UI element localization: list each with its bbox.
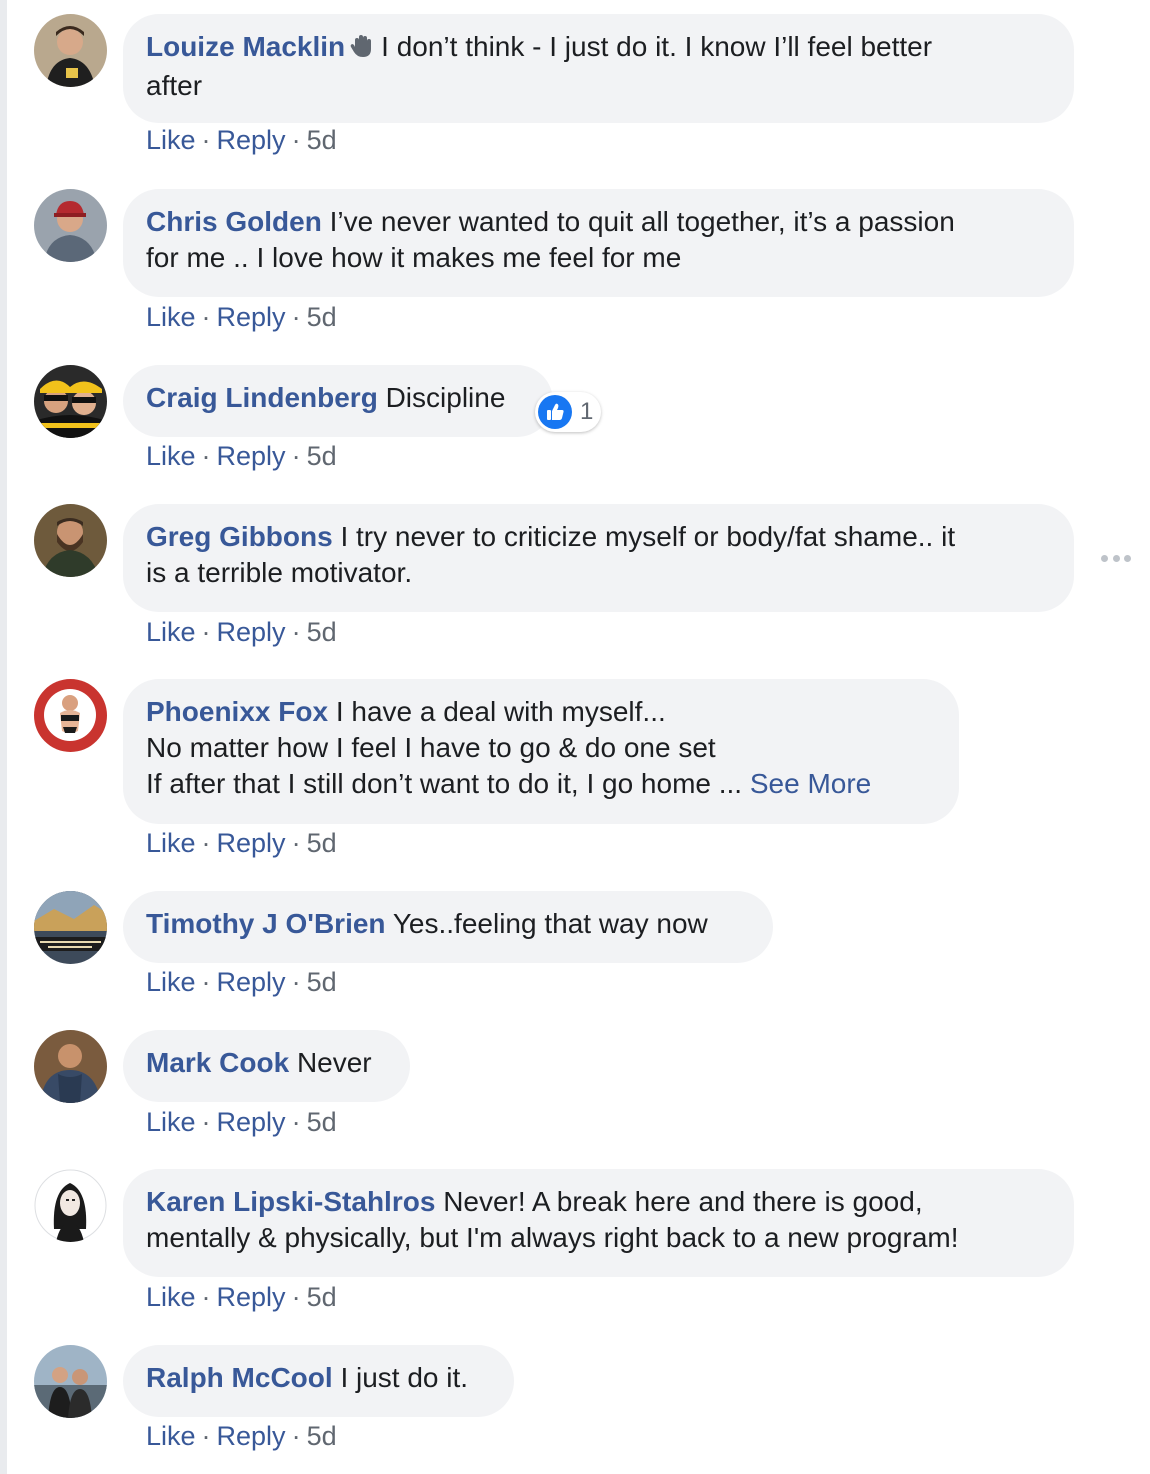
separator: ·	[201, 1107, 211, 1137]
reply-link[interactable]: Reply	[217, 1107, 286, 1137]
separator: ·	[291, 441, 301, 471]
comment-bubble: Karen Lipski-Stahlros Never! A break her…	[123, 1169, 1074, 1277]
timestamp-link[interactable]: 5d	[307, 1282, 337, 1312]
separator: ·	[201, 1421, 211, 1451]
timestamp-link[interactable]: 5d	[307, 828, 337, 858]
separator: ·	[291, 125, 301, 155]
comment-author-link[interactable]: Chris Golden	[146, 206, 322, 237]
avatar[interactable]	[34, 14, 107, 87]
thumbs-up-icon	[538, 395, 572, 429]
separator: ·	[201, 828, 211, 858]
separator: ·	[291, 828, 301, 858]
separator: ·	[201, 302, 211, 332]
timestamp-link[interactable]: 5d	[307, 441, 337, 471]
comment-text: Never	[296, 1047, 372, 1078]
comment-bubble: Chris Golden I’ve never wanted to quit a…	[123, 189, 1074, 297]
separator: ·	[201, 967, 211, 997]
timestamp-link[interactable]: 5d	[307, 125, 337, 155]
separator: ·	[291, 1282, 301, 1312]
comment-actions: Like · Reply · 5d	[146, 439, 337, 473]
comment-text: Yes..feeling that way now	[392, 908, 708, 939]
reaction-count: 1	[580, 398, 594, 425]
separator: ·	[291, 302, 301, 332]
like-link[interactable]: Like	[146, 1107, 196, 1137]
comment-author-link[interactable]: Louize Macklin	[146, 31, 345, 62]
comment-author-link[interactable]: Ralph McCool	[146, 1362, 333, 1393]
wave-icon	[349, 32, 375, 68]
separator: ·	[291, 1107, 301, 1137]
comment-bubble: Phoenixx Fox I have a deal with myself..…	[123, 679, 959, 824]
comment-bubble: Greg Gibbons I try never to criticize my…	[123, 504, 1074, 612]
like-link[interactable]: Like	[146, 302, 196, 332]
comment-bubble: Mark Cook Never	[123, 1030, 410, 1102]
comment-author-link[interactable]: Craig Lindenberg	[146, 382, 378, 413]
timestamp-link[interactable]: 5d	[307, 1107, 337, 1137]
reply-link[interactable]: Reply	[217, 617, 286, 647]
comment-author-link[interactable]: Phoenixx Fox	[146, 696, 328, 727]
comment-bubble: Timothy J O'Brien Yes..feeling that way …	[123, 891, 773, 963]
comment-actions: Like · Reply · 5d	[146, 826, 337, 860]
like-link[interactable]: Like	[146, 828, 196, 858]
avatar[interactable]	[34, 1169, 107, 1242]
like-link[interactable]: Like	[146, 617, 196, 647]
reply-link[interactable]: Reply	[217, 1282, 286, 1312]
like-link[interactable]: Like	[146, 125, 196, 155]
like-link[interactable]: Like	[146, 1421, 196, 1451]
separator: ·	[201, 125, 211, 155]
left-border	[0, 0, 7, 1474]
separator: ·	[291, 967, 301, 997]
avatar[interactable]	[34, 1030, 107, 1103]
reply-link[interactable]: Reply	[217, 828, 286, 858]
comment-actions: Like · Reply · 5d	[146, 1105, 337, 1139]
comment-author-link[interactable]: Timothy J O'Brien	[146, 908, 386, 939]
avatar[interactable]	[34, 365, 107, 438]
comment-actions: Like · Reply · 5d	[146, 1419, 337, 1453]
comment-author-link[interactable]: Karen Lipski-Stahlros	[146, 1186, 435, 1217]
reply-link[interactable]: Reply	[217, 302, 286, 332]
separator: ·	[201, 617, 211, 647]
comment-author-link[interactable]: Mark Cook	[146, 1047, 289, 1078]
timestamp-link[interactable]: 5d	[307, 302, 337, 332]
separator: ·	[291, 617, 301, 647]
separator: ·	[201, 1282, 211, 1312]
like-link[interactable]: Like	[146, 967, 196, 997]
comment-actions: Like · Reply · 5d	[146, 123, 337, 157]
comment-actions: Like · Reply · 5d	[146, 300, 337, 334]
separator: ·	[201, 441, 211, 471]
reply-link[interactable]: Reply	[217, 441, 286, 471]
avatar[interactable]	[34, 679, 107, 752]
timestamp-link[interactable]: 5d	[307, 967, 337, 997]
reaction-summary[interactable]: 1	[535, 392, 602, 432]
separator: ·	[291, 1421, 301, 1451]
comment-text: I just do it.	[340, 1362, 469, 1393]
comment-bubble: Ralph McCool I just do it.	[123, 1345, 514, 1417]
avatar[interactable]	[34, 504, 107, 577]
see-more-link[interactable]: See More	[750, 768, 871, 799]
comment-text: Discipline	[385, 382, 506, 413]
reply-link[interactable]: Reply	[217, 125, 286, 155]
timestamp-link[interactable]: 5d	[307, 617, 337, 647]
like-link[interactable]: Like	[146, 441, 196, 471]
avatar[interactable]	[34, 189, 107, 262]
comment-actions: Like · Reply · 5d	[146, 965, 337, 999]
timestamp-link[interactable]: 5d	[307, 1421, 337, 1451]
comment-actions: Like · Reply · 5d	[146, 1280, 337, 1314]
comment-bubble: Louize Macklin I don’t think - I just do …	[123, 14, 1074, 123]
comment-actions: Like · Reply · 5d	[146, 615, 337, 649]
avatar[interactable]	[34, 1345, 107, 1418]
avatar[interactable]	[34, 891, 107, 964]
like-link[interactable]: Like	[146, 1282, 196, 1312]
reply-link[interactable]: Reply	[217, 967, 286, 997]
reply-link[interactable]: Reply	[217, 1421, 286, 1451]
comment-bubble: Craig Lindenberg Discipline	[123, 365, 553, 437]
comment-author-link[interactable]: Greg Gibbons	[146, 521, 333, 552]
more-options-icon[interactable]	[1101, 548, 1131, 568]
